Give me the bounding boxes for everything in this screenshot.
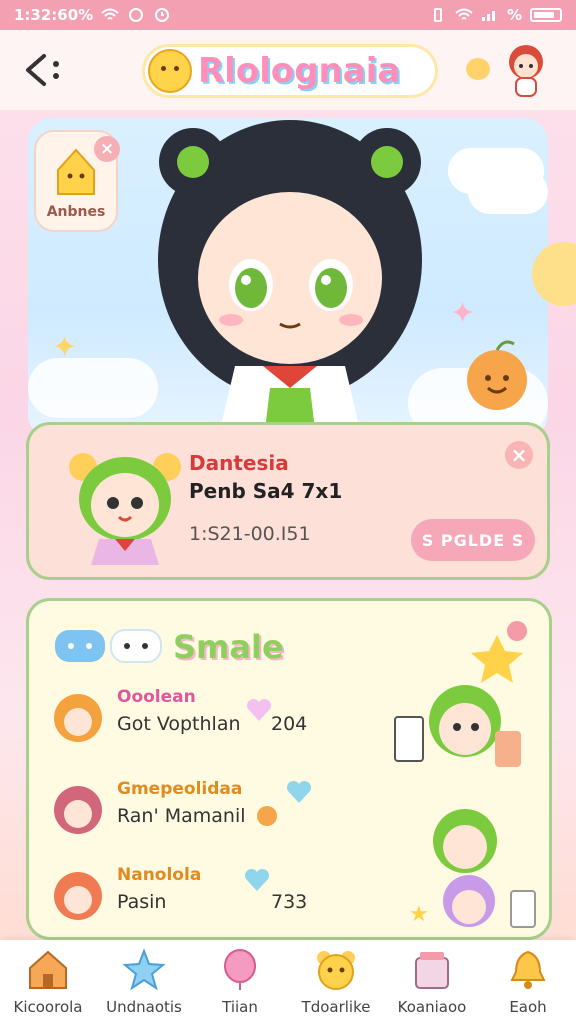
clock-icon bbox=[155, 8, 170, 22]
nav-item-bell[interactable]: Eaoh bbox=[480, 940, 576, 1024]
wifi-icon bbox=[101, 8, 119, 20]
cloud-decoration bbox=[28, 358, 158, 418]
nav-label: Kicoorola bbox=[13, 998, 83, 1016]
bell-icon bbox=[510, 950, 546, 989]
nav-item-basket[interactable]: Koaniaoo bbox=[384, 940, 480, 1024]
panel-title: Smale bbox=[173, 628, 284, 666]
row-subtitle: Got Vopthlan bbox=[117, 713, 241, 735]
close-icon[interactable]: × bbox=[94, 136, 120, 162]
list-item[interactable]: Ooolean Got Vopthlan 204 bbox=[49, 683, 369, 753]
cat-icon bbox=[257, 806, 277, 826]
heart-icon[interactable] bbox=[285, 779, 313, 805]
row-title: Gmepeolidaa bbox=[117, 779, 243, 799]
badge-label: Anbnes bbox=[46, 204, 106, 220]
user-avatar[interactable] bbox=[502, 40, 550, 100]
profile-avatar bbox=[69, 453, 181, 565]
balloon-icon bbox=[224, 949, 256, 990]
row-title: Nanolola bbox=[117, 865, 202, 885]
nav-item-balloon[interactable]: Tiian bbox=[192, 940, 288, 1024]
list-panel: Smale Ooolean Got Vopthlan 204 Gmepeolid… bbox=[26, 598, 552, 940]
battery-percent: % bbox=[506, 6, 522, 24]
basket-icon bbox=[415, 952, 449, 989]
chat-bubble-icon bbox=[55, 630, 105, 662]
close-icon[interactable]: × bbox=[505, 441, 533, 469]
sparkle-icon: ✦ bbox=[450, 296, 476, 331]
avatar bbox=[54, 694, 102, 742]
row-subtitle: Pasin bbox=[117, 891, 167, 913]
home-icon bbox=[29, 950, 67, 989]
sun-face-icon bbox=[532, 242, 576, 306]
vibrate-icon bbox=[433, 8, 442, 22]
list-item[interactable]: Nanolola Pasin 733 bbox=[49, 861, 369, 931]
nav-label: Undnaotis bbox=[106, 998, 182, 1016]
sticker-illustrations: ★ bbox=[394, 621, 536, 928]
status-bar: 1:32:60% % bbox=[0, 0, 576, 30]
smiley-icon bbox=[148, 49, 192, 93]
row-subtitle: Ran' Mamanil bbox=[117, 805, 246, 827]
row-value: 733 bbox=[271, 891, 308, 913]
orange-face-icon bbox=[467, 340, 527, 410]
nav-item-home[interactable]: Kicoorola bbox=[0, 940, 96, 1024]
profile-action-button[interactable]: S PGLDE S bbox=[411, 519, 535, 561]
svg-text:★: ★ bbox=[409, 902, 429, 927]
avatar bbox=[54, 872, 102, 920]
row-value: 204 bbox=[271, 713, 308, 735]
bottom-nav: Kicoorola Undnaotis Tiian Tdoarlike Koan… bbox=[0, 940, 576, 1024]
status-left: 1:32:60% bbox=[14, 6, 171, 24]
app-title: Rlolognaia bbox=[198, 51, 401, 91]
profile-subtitle: Penb Sa4 7x1 bbox=[189, 479, 343, 503]
nav-label: Eaoh bbox=[509, 998, 547, 1016]
header: Rlolognaia bbox=[0, 30, 576, 110]
panel-header: Smale bbox=[53, 621, 284, 673]
hero-badge-card[interactable]: × Anbnes bbox=[34, 130, 120, 232]
list-item[interactable]: Gmepeolidaa Ran' Mamanil bbox=[49, 775, 369, 845]
nav-label: Tiian bbox=[222, 998, 258, 1016]
nav-item-star[interactable]: Undnaotis bbox=[96, 940, 192, 1024]
bear-icon bbox=[317, 951, 355, 990]
heart-icon[interactable] bbox=[243, 867, 271, 893]
heart-icon[interactable] bbox=[245, 697, 273, 723]
profile-time: 1:S21-00.I51 bbox=[189, 523, 311, 545]
chat-bubble-icon bbox=[110, 629, 162, 663]
profile-name: Dantesia bbox=[189, 451, 289, 475]
star-icon bbox=[122, 948, 166, 991]
wifi-icon bbox=[455, 8, 473, 20]
sync-icon bbox=[129, 8, 144, 22]
hero-character-illustration bbox=[158, 120, 422, 430]
avatar bbox=[54, 786, 102, 834]
status-right: % bbox=[429, 6, 562, 24]
profile-card[interactable]: Dantesia Penb Sa4 7x1 1:S21-00.I51 × S P… bbox=[26, 422, 550, 580]
battery-icon bbox=[530, 8, 562, 22]
app-logo: Rlolognaia bbox=[142, 44, 438, 98]
sparkle-icon: ✦ bbox=[52, 330, 78, 365]
house-icon bbox=[57, 148, 95, 195]
row-title: Ooolean bbox=[117, 687, 196, 707]
nav-label: Koaniaoo bbox=[397, 998, 467, 1016]
cloud-decoration bbox=[468, 170, 548, 214]
nav-label: Tdoarlike bbox=[301, 998, 371, 1016]
chick-icon bbox=[466, 58, 490, 80]
nav-item-bear[interactable]: Tdoarlike bbox=[288, 940, 384, 1024]
back-button[interactable] bbox=[18, 48, 68, 92]
chevron-left-icon bbox=[26, 54, 59, 86]
status-time: 1:32:60% bbox=[14, 6, 94, 24]
signal-icon bbox=[481, 11, 495, 21]
